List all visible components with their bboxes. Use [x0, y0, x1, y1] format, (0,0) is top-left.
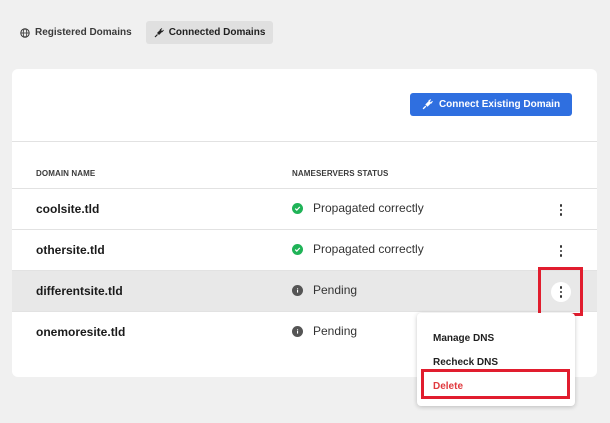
plug-icon	[154, 27, 164, 37]
check-circle-icon	[292, 243, 303, 255]
nameserver-status: Pending	[292, 283, 357, 297]
connect-existing-domain-button[interactable]: Connect Existing Domain	[410, 93, 572, 116]
status-text: Propagated correctly	[313, 242, 424, 256]
status-text: Pending	[313, 283, 358, 297]
tab-connected-domains[interactable]: Connected Domains	[145, 21, 274, 44]
header-nameservers-status: NAMESERVERS STATUS	[292, 169, 389, 178]
row-actions-button[interactable]	[551, 241, 571, 261]
card-header: Connect Existing Domain	[12, 69, 597, 142]
domain-name: onemoresite.tld	[36, 325, 126, 339]
domain-name: othersite.tld	[36, 243, 105, 257]
menu-item-manage-dns[interactable]: Manage DNS	[417, 326, 575, 350]
globe-icon	[20, 27, 30, 38]
domain-tabs: Registered Domains Connected Domains	[12, 21, 274, 44]
highlight-actions-button	[538, 267, 583, 316]
info-circle-icon	[292, 284, 303, 296]
status-text: Propagated correctly	[313, 201, 424, 215]
nameserver-status: Propagated correctly	[292, 201, 424, 215]
table-header: DOMAIN NAME NAMESERVERS STATUS	[12, 142, 597, 189]
tab-label: Registered Domains	[35, 27, 132, 38]
info-circle-icon	[292, 325, 303, 337]
table-row: coolsite.tld Propagated correctly	[12, 189, 597, 230]
plug-icon	[422, 99, 433, 110]
highlight-delete	[421, 369, 570, 399]
check-circle-icon	[292, 202, 303, 214]
tab-label: Connected Domains	[168, 27, 266, 38]
domain-name: differentsite.tld	[36, 284, 123, 298]
nameserver-status: Pending	[292, 324, 357, 338]
status-text: Pending	[313, 324, 358, 338]
table-row: differentsite.tld Pending	[12, 271, 597, 312]
domain-name: coolsite.tld	[36, 202, 100, 216]
connect-button-label: Connect Existing Domain	[438, 99, 561, 110]
row-actions-button[interactable]	[551, 200, 571, 220]
table-row: othersite.tld Propagated correctly	[12, 230, 597, 271]
nameserver-status: Propagated correctly	[292, 242, 424, 256]
tab-registered-domains[interactable]: Registered Domains	[12, 21, 140, 44]
header-domain-name: DOMAIN NAME	[36, 169, 96, 178]
